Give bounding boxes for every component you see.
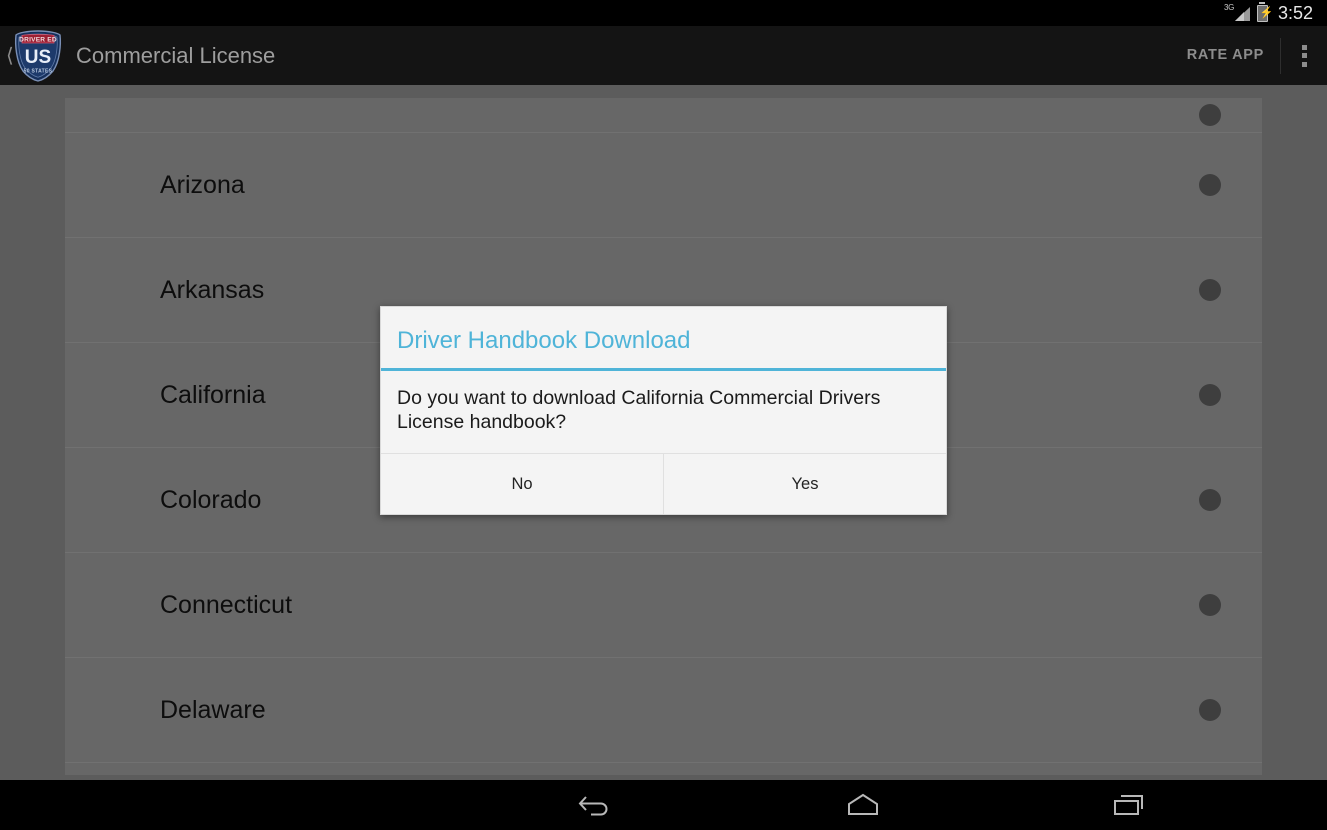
state-name-label: Colorado (160, 485, 262, 514)
download-status-dot[interactable] (1199, 384, 1221, 406)
state-name-label: Arkansas (160, 275, 265, 304)
download-status-dot[interactable] (1199, 279, 1221, 301)
svg-text:US: US (25, 47, 51, 68)
download-status-dot[interactable] (1199, 699, 1221, 721)
download-status-dot[interactable] (1199, 174, 1221, 196)
action-bar: ⟨ DRIVER ED US 50 STATES Commercial Lice… (0, 26, 1327, 85)
svg-text:DRIVER ED: DRIVER ED (19, 36, 57, 43)
status-bar: 3G ⚡ 3:52 (0, 0, 1327, 26)
status-clock: 3:52 (1277, 3, 1313, 23)
charging-bolt-icon: ⚡ (1259, 6, 1274, 19)
back-arrow-icon (578, 796, 607, 816)
action-bar-actions: RATE APP (1171, 26, 1327, 85)
driver-handbook-download-dialog: Driver Handbook Download Do you want to … (380, 306, 947, 515)
signal-bars-icon: 3G (1224, 4, 1250, 22)
dialog-title-area: Driver Handbook Download (381, 307, 946, 371)
page-title: Commercial License (76, 43, 276, 68)
download-status-dot[interactable] (1199, 594, 1221, 616)
overflow-menu-icon[interactable] (1281, 26, 1327, 85)
home-icon (847, 793, 878, 815)
state-name-label: Connecticut (160, 590, 293, 619)
download-status-dot[interactable] (1199, 104, 1221, 126)
nav-back-button[interactable] (530, 780, 663, 830)
signal-strength-icon (1234, 7, 1250, 21)
state-name-label: Arizona (160, 170, 245, 199)
state-name-label: California (160, 380, 266, 409)
nav-recents-button[interactable] (1062, 780, 1195, 830)
battery-charging-icon: ⚡ (1256, 1, 1274, 22)
dialog-button-bar: No Yes (381, 454, 946, 514)
state-name-label: Delaware (160, 695, 266, 724)
download-status-dot[interactable] (1199, 489, 1221, 511)
us-driver-ed-shield-logo: DRIVER ED US 50 STATES (14, 30, 62, 82)
dialog-yes-button[interactable]: Yes (664, 454, 946, 514)
svg-text:50 STATES: 50 STATES (24, 69, 53, 75)
nav-home-button[interactable] (796, 780, 929, 830)
system-navigation-bar (0, 780, 1327, 830)
state-list-row[interactable]: Delaware (65, 658, 1262, 763)
dialog-title: Driver Handbook Download (397, 327, 691, 354)
network-type-label: 3G (1223, 3, 1235, 12)
recent-apps-icon (1113, 795, 1143, 815)
state-list-row[interactable]: Connecticut (65, 553, 1262, 658)
state-list-row[interactable] (65, 98, 1262, 133)
rate-app-button[interactable]: RATE APP (1171, 26, 1280, 85)
status-bar-icons: 3G ⚡ 3:52 (1224, 1, 1313, 23)
dialog-message: Do you want to download California Comme… (381, 371, 946, 454)
dialog-no-button[interactable]: No (381, 454, 664, 514)
device-screen: 3G ⚡ 3:52 ⟨ DRIVER ED US 50 STATES Comme… (0, 0, 1327, 830)
state-list-row[interactable]: Arizona (65, 133, 1262, 238)
